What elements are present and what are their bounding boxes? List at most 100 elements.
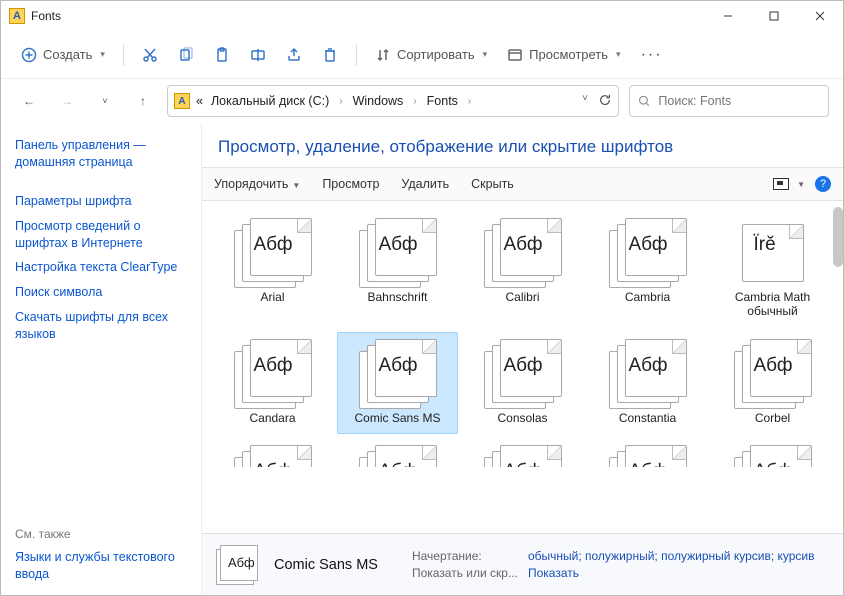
app-icon: A	[9, 8, 25, 24]
refresh-button[interactable]	[598, 93, 612, 110]
title-bar: A Fonts	[1, 1, 843, 31]
font-item[interactable]: Абф	[462, 438, 583, 468]
scrollbar[interactable]	[833, 207, 843, 267]
seealso-label: См. также	[15, 527, 187, 541]
close-button[interactable]	[797, 1, 843, 31]
crumb-2[interactable]: Windows	[351, 92, 406, 110]
font-item[interactable]: Абф Bahnschrift	[337, 211, 458, 328]
sort-label: Сортировать	[397, 47, 475, 62]
command-bar: Упорядочить▼ Просмотр Удалить Скрыть ▼ ?	[202, 167, 843, 201]
details-pane: Абф Comic Sans MS Начертание:обычный; по…	[202, 533, 843, 595]
search-icon	[638, 94, 650, 108]
font-label: Corbel	[755, 411, 790, 425]
font-sample: Абф	[254, 461, 293, 468]
chevron-right-icon: ›	[335, 96, 346, 107]
font-item[interactable]: АбфCandara	[212, 332, 333, 434]
delete-font-button[interactable]: Удалить	[401, 177, 449, 191]
font-item[interactable]: Абф	[587, 438, 708, 468]
search-input[interactable]	[658, 94, 820, 108]
rename-button[interactable]	[242, 39, 274, 71]
cut-button[interactable]	[134, 39, 166, 71]
copy-button[interactable]	[170, 39, 202, 71]
font-sample: Абф	[629, 234, 668, 256]
help-button[interactable]: ?	[815, 176, 831, 192]
sidebar-link[interactable]: Настройка текста ClearType	[15, 259, 187, 276]
chevron-down-icon: ▾	[100, 49, 105, 60]
hide-font-button[interactable]: Скрыть	[471, 177, 514, 191]
font-sample: Абф	[504, 234, 543, 256]
font-item[interactable]: Абф Cambria	[587, 211, 708, 328]
font-item[interactable]: Абф Consolas	[462, 332, 583, 434]
chevron-down-icon: ▾	[616, 49, 621, 60]
back-button[interactable]: ←	[15, 87, 43, 115]
font-sample: Абф	[629, 461, 668, 468]
maximize-button[interactable]	[751, 1, 797, 31]
sidebar-link[interactable]: Просмотр сведений о шрифтах в Интернете	[15, 218, 187, 252]
window-title: Fonts	[31, 9, 61, 23]
nav-row: ← → ˅ ↑ A « Локальный диск (C:) › Window…	[1, 79, 843, 123]
details-thumbnail: Абф	[216, 543, 260, 587]
font-sample: Абф	[254, 234, 293, 256]
sidebar-seealso-link[interactable]: Языки и службы текстового ввода	[15, 549, 187, 583]
font-sample: Ïrĕ	[754, 234, 776, 256]
sidebar-link[interactable]: Параметры шрифта	[15, 193, 187, 210]
up-button[interactable]: ↑	[129, 87, 157, 115]
crumb-3[interactable]: Fonts	[425, 92, 460, 110]
font-item[interactable]: Абф Constantia	[587, 332, 708, 434]
forward-button[interactable]: →	[53, 87, 81, 115]
crumb-prefix: «	[194, 92, 205, 110]
view-button[interactable]: Просмотреть ▾	[499, 39, 628, 71]
sidebar-home[interactable]: Панель управления — домашняя страница	[15, 137, 187, 171]
create-button[interactable]: Создать ▾	[13, 39, 113, 71]
content-pane: Просмотр, удаление, отображение или скры…	[201, 123, 843, 595]
history-dropdown[interactable]: ˅	[582, 93, 588, 110]
crumb-1[interactable]: Локальный диск (C:)	[209, 92, 331, 110]
font-sample: Абф	[504, 461, 543, 468]
font-label: Arial	[260, 290, 284, 304]
font-label: Constantia	[619, 411, 676, 425]
font-item[interactable]: Абф Arial	[212, 211, 333, 328]
sidebar: Панель управления — домашняя страница Па…	[1, 123, 201, 595]
font-label: Consolas	[497, 411, 547, 425]
font-item[interactable]: Абф	[212, 438, 333, 468]
minimize-button[interactable]	[705, 1, 751, 31]
font-sample: Абф	[754, 355, 793, 377]
font-sample: Абф	[629, 355, 668, 377]
delete-button[interactable]	[314, 39, 346, 71]
font-sample: Абф	[379, 461, 418, 468]
more-button[interactable]: ···	[633, 46, 671, 64]
sidebar-link[interactable]: Поиск символа	[15, 284, 187, 301]
create-label: Создать	[43, 47, 92, 62]
font-label: Cambria	[625, 290, 670, 304]
font-sample: Абф	[754, 461, 793, 468]
font-item[interactable]: АбфCalibri	[462, 211, 583, 328]
separator	[356, 44, 357, 66]
chevron-right-icon: ›	[409, 96, 420, 107]
sidebar-link[interactable]: Скачать шрифты для всех языков	[15, 309, 187, 343]
paste-button[interactable]	[206, 39, 238, 71]
font-sample: Абф	[379, 234, 418, 256]
share-button[interactable]	[278, 39, 310, 71]
font-item[interactable]: Абф	[337, 438, 458, 468]
font-label: Comic Sans MS	[354, 411, 440, 425]
view-label: Просмотреть	[529, 47, 608, 62]
address-bar[interactable]: A « Локальный диск (C:) › Windows › Font…	[167, 85, 619, 117]
font-item[interactable]: Абф Corbel	[712, 332, 833, 434]
chevron-right-icon: ›	[464, 96, 475, 107]
font-sample: Абф	[254, 355, 293, 377]
main-toolbar: Создать ▾ Сортировать ▾ Просмотреть ▾ ··…	[1, 31, 843, 79]
font-sample: Абф	[504, 355, 543, 377]
folder-icon: A	[174, 93, 190, 109]
font-label: Bahnschrift	[367, 290, 427, 304]
sort-button[interactable]: Сортировать ▾	[367, 39, 495, 71]
font-item[interactable]: Абф	[712, 438, 833, 468]
font-item[interactable]: ÏrĕCambria Math обычный	[712, 211, 833, 328]
search-box[interactable]	[629, 85, 829, 117]
organize-button[interactable]: Упорядочить▼	[214, 177, 300, 191]
recent-dropdown[interactable]: ˅	[91, 87, 119, 115]
details-name: Comic Sans MS	[274, 557, 378, 573]
font-item[interactable]: АбфComic Sans MS	[337, 332, 458, 434]
preview-button[interactable]: Просмотр	[322, 177, 379, 191]
font-grid: АбфArialАбфBahnschriftАбфCalibriАбфCambr…	[202, 201, 843, 468]
layout-button[interactable]: ▼	[773, 178, 805, 190]
